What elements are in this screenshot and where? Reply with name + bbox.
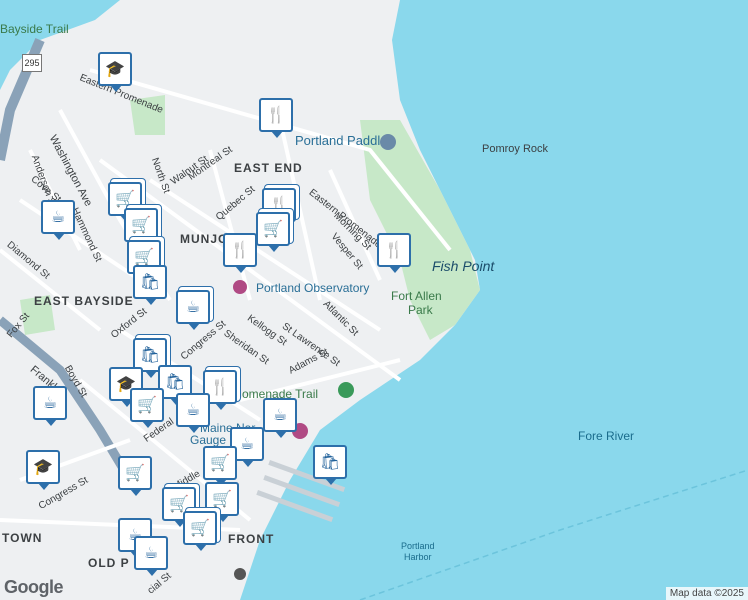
shopping-cart-icon: 🛒 xyxy=(137,395,157,414)
shopping-cart-pin[interactable]: 🛒 xyxy=(203,446,237,486)
map-attribution[interactable]: Map data ©2025 xyxy=(665,587,748,600)
label-fish-point: Fish Point xyxy=(432,258,495,274)
coffee-icon: ☕ xyxy=(42,393,58,412)
coffee-pin[interactable]: ☕ xyxy=(134,536,168,576)
restaurant-icon: 🍴 xyxy=(384,240,404,259)
restaurant-icon: 🍴 xyxy=(269,195,289,214)
label-town: TOWN xyxy=(2,531,43,545)
interstate-295-shield: 295 xyxy=(22,54,42,72)
poi-paddle-icon[interactable] xyxy=(380,134,396,150)
label-portland-paddle[interactable]: Portland Paddle xyxy=(295,133,388,148)
school-pin[interactable]: 🎓 xyxy=(98,52,132,92)
transit-icon[interactable] xyxy=(234,568,246,580)
poi-park-icon[interactable] xyxy=(338,382,354,398)
coffee-icon: ☕ xyxy=(185,297,201,316)
shopping-cart-pin[interactable]: 🛒 xyxy=(183,511,217,551)
shopping-bag-icon: 🛍 xyxy=(139,345,161,364)
restaurant-pin[interactable]: 🍴 xyxy=(377,233,411,273)
label-portland-observatory[interactable]: Portland Observatory xyxy=(256,281,369,295)
coffee-pin[interactable]: ☕ xyxy=(33,386,67,426)
shopping-bag-icon: 🛍 xyxy=(139,272,161,291)
water-area xyxy=(240,0,748,600)
coffee-icon: ☕ xyxy=(50,207,66,226)
shopping-bag-pin[interactable]: 🛍 xyxy=(313,445,347,485)
coffee-pin[interactable]: ☕ xyxy=(176,290,210,330)
shopping-cart-icon: 🛒 xyxy=(263,219,283,238)
restaurant-icon: 🍴 xyxy=(230,240,250,259)
label-bayside-trail: Bayside Trail xyxy=(0,22,69,36)
shopping-cart-icon: 🛒 xyxy=(125,463,145,482)
shopping-cart-icon: 🛒 xyxy=(169,494,189,513)
coffee-pin[interactable]: ☕ xyxy=(41,200,75,240)
shopping-bag-pin[interactable]: 🛍 xyxy=(133,265,167,305)
label-fore-river: Fore River xyxy=(578,429,635,443)
shopping-cart-icon: 🛒 xyxy=(212,489,232,508)
label-east-end: EAST END xyxy=(234,161,303,175)
label-east-bayside: EAST BAYSIDE xyxy=(34,294,134,308)
restaurant-icon: 🍴 xyxy=(210,377,230,396)
label-portland-harbor-2: Harbor xyxy=(404,552,432,562)
shopping-cart-icon: 🛒 xyxy=(210,453,230,472)
restaurant-pin[interactable]: 🍴 xyxy=(259,98,293,138)
school-icon: 🎓 xyxy=(105,59,125,78)
coffee-icon: ☕ xyxy=(143,543,159,562)
label-fort-allen-park-2[interactable]: Park xyxy=(408,303,433,317)
label-portland-harbor-1: Portland xyxy=(401,541,435,551)
shopping-cart-pin[interactable]: 🛒 xyxy=(130,388,164,428)
label-pomroy-rock: Pomroy Rock xyxy=(482,143,549,155)
label-munjoy-hill: MUNJO xyxy=(180,232,229,246)
shopping-cart-pin[interactable]: 🛒 xyxy=(118,456,152,496)
google-logo[interactable]: Google xyxy=(4,577,64,598)
shopping-cart-icon: 🛒 xyxy=(131,215,151,234)
poi-observatory-icon[interactable] xyxy=(233,280,247,294)
restaurant-pin[interactable]: 🍴 xyxy=(223,233,257,273)
coffee-pin[interactable]: ☕ xyxy=(263,398,297,438)
restaurant-icon: 🍴 xyxy=(266,105,286,124)
shopping-cart-icon: 🛒 xyxy=(190,518,210,537)
label-old-port: OLD P xyxy=(88,556,130,570)
school-pin[interactable]: 🎓 xyxy=(26,450,60,490)
shopping-cart-pin[interactable]: 🛒 xyxy=(124,208,158,248)
school-icon: 🎓 xyxy=(33,457,53,476)
label-fort-allen-park-1[interactable]: Fort Allen xyxy=(391,289,442,303)
label-front: FRONT xyxy=(228,532,275,546)
coffee-icon: ☕ xyxy=(239,434,255,453)
shopping-bag-icon: 🛍 xyxy=(164,372,186,391)
coffee-pin[interactable]: ☕ xyxy=(176,393,210,433)
shopping-bag-icon: 🛍 xyxy=(319,452,341,471)
shopping-cart-icon: 🛒 xyxy=(115,189,135,208)
shopping-cart-icon: 🛒 xyxy=(134,247,154,266)
coffee-icon: ☕ xyxy=(272,405,288,424)
label-gauge-rr[interactable]: Gauge xyxy=(190,433,226,447)
shopping-cart-pin[interactable]: 🛒 xyxy=(256,212,290,252)
coffee-icon: ☕ xyxy=(185,400,201,419)
